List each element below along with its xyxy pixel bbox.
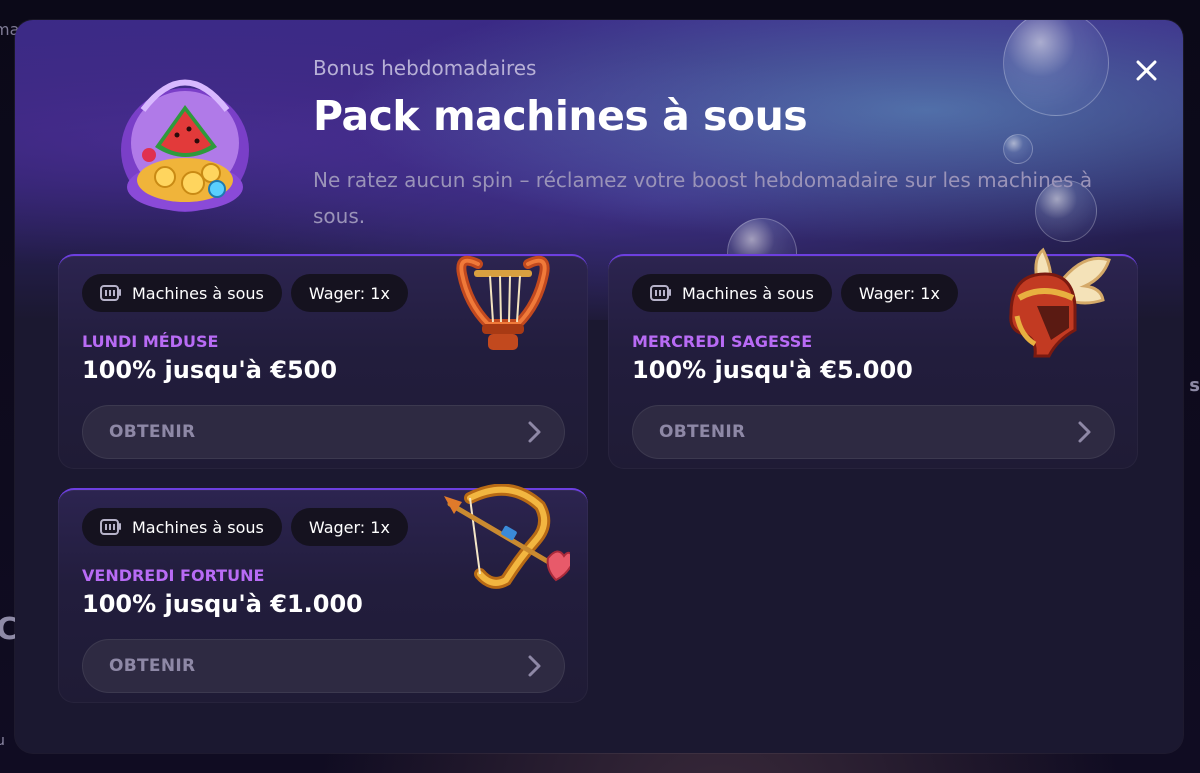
bonus-card: Machines à sous Wager: 1x MERCREDI SAGES…	[608, 247, 1138, 469]
bonus-card: Machines à sous Wager: 1x LUNDI MÉDUSE 1…	[58, 254, 588, 469]
claim-button[interactable]: OBTENIR	[632, 405, 1115, 459]
chevron-right-icon	[1078, 421, 1091, 443]
bubble-decoration	[1003, 20, 1109, 116]
slot-machine-icon	[100, 519, 121, 535]
chevron-right-icon	[528, 655, 541, 677]
bubble-decoration	[1003, 134, 1033, 164]
winged-helmet-icon	[1009, 247, 1111, 358]
claim-button-label: OBTENIR	[109, 656, 196, 676]
modal-subtitle: Bonus hebdomadaires	[313, 56, 537, 80]
claim-button[interactable]: OBTENIR	[82, 405, 565, 459]
bow-and-arrow-icon	[444, 484, 570, 589]
bonus-card: Machines à sous Wager: 1x VENDREDI FORTU…	[58, 484, 588, 703]
wager-chip: Wager: 1x	[840, 274, 958, 312]
wager-label: Wager: 1x	[858, 283, 940, 303]
modal-title: Pack machines à sous	[313, 92, 808, 140]
lyre-icon	[456, 255, 550, 350]
category-chip: Machines à sous	[82, 508, 282, 546]
category-label: Machines à sous	[682, 283, 814, 303]
category-label: Machines à sous	[132, 283, 264, 303]
wager-chip: Wager: 1x	[290, 274, 408, 312]
slot-machine-icon	[100, 285, 121, 301]
claim-button[interactable]: OBTENIR	[82, 639, 565, 693]
bonus-offer: 100% jusqu'à €5.000	[632, 356, 913, 384]
card-tags: Machines à sous Wager: 1x	[82, 508, 408, 546]
bonus-day: LUNDI MÉDUSE	[82, 332, 219, 351]
bonus-offer: 100% jusqu'à €500	[82, 356, 338, 384]
treasure-shell-icon	[121, 79, 249, 212]
slot-machine-icon	[650, 285, 671, 301]
backdrop-text: s	[1189, 375, 1200, 396]
claim-button-label: OBTENIR	[659, 422, 746, 442]
card-tags: Machines à sous Wager: 1x	[632, 274, 958, 312]
wager-label: Wager: 1x	[308, 517, 390, 537]
category-chip: Machines à sous	[632, 274, 832, 312]
claim-button-label: OBTENIR	[109, 422, 196, 442]
backdrop-text: u	[0, 733, 5, 749]
bonus-offer: 100% jusqu'à €1.000	[82, 590, 363, 618]
wager-label: Wager: 1x	[308, 283, 390, 303]
wager-chip: Wager: 1x	[290, 508, 408, 546]
bonus-day: VENDREDI FORTUNE	[82, 566, 265, 585]
bonus-day: MERCREDI SAGESSE	[632, 332, 813, 351]
category-chip: Machines à sous	[82, 274, 282, 312]
chevron-right-icon	[528, 421, 541, 443]
category-label: Machines à sous	[132, 517, 264, 537]
close-button[interactable]	[1131, 55, 1161, 85]
card-tags: Machines à sous Wager: 1x	[82, 274, 408, 312]
weekly-bonus-modal: Bonus hebdomadaires Pack machines à sous…	[15, 20, 1183, 753]
modal-description: Ne ratez aucun spin – réclamez votre boo…	[313, 168, 1093, 228]
